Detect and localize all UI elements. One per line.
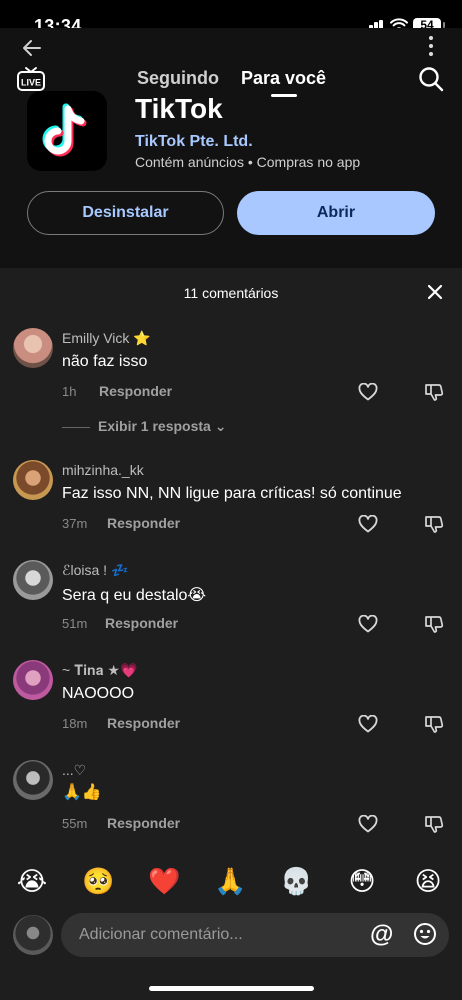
reply-button[interactable]: Responder bbox=[107, 815, 180, 831]
comment-username[interactable]: mihzinha._kk bbox=[62, 462, 144, 478]
app-name: TikTok bbox=[135, 93, 223, 124]
active-tab-indicator bbox=[271, 94, 297, 97]
comment-input-bar: @ bbox=[0, 913, 462, 963]
emoji-skull-button[interactable]: 💀 bbox=[280, 865, 312, 897]
comment-text: Faz isso NN, NN ligue para críticas! só … bbox=[62, 485, 402, 502]
comment-username[interactable]: ...♡ bbox=[62, 762, 86, 779]
app-store-header: LIVE Seguindo Para você TikTok TikTok Pt… bbox=[0, 28, 462, 278]
avatar[interactable] bbox=[13, 660, 53, 700]
emoji-pleading-button[interactable]: 🥺 bbox=[82, 865, 114, 897]
live-icon[interactable]: LIVE bbox=[16, 66, 46, 92]
comment-time: 1h bbox=[62, 384, 77, 399]
emoji-crying-button[interactable]: 😭 bbox=[16, 865, 48, 897]
dislike-icon[interactable] bbox=[424, 382, 444, 402]
emoji-heart-button[interactable]: ❤️ bbox=[148, 865, 180, 897]
home-indicator bbox=[149, 986, 314, 991]
quick-emoji-bar: 😭 🥺 ❤️ 🙏 💀 😳 😫 bbox=[0, 865, 462, 905]
comment-text: Sera q eu destalo😭 bbox=[62, 587, 207, 604]
reply-button[interactable]: Responder bbox=[107, 715, 180, 731]
comment-time: 37m bbox=[62, 516, 88, 531]
comment-time: 18m bbox=[62, 716, 88, 731]
open-button[interactable]: Abrir bbox=[237, 191, 435, 235]
comments-count-title: 11 comentários bbox=[183, 285, 279, 301]
emoji-tired-button[interactable]: 😫 bbox=[412, 865, 444, 897]
like-heart-icon[interactable] bbox=[358, 815, 378, 833]
like-heart-icon[interactable] bbox=[358, 615, 378, 633]
dislike-icon[interactable] bbox=[424, 814, 444, 834]
divider bbox=[62, 427, 90, 428]
comment-text: 🙏👍 bbox=[62, 784, 102, 801]
like-heart-icon[interactable] bbox=[358, 715, 378, 733]
comment-username[interactable]: ℰloisa ! 💤 bbox=[62, 562, 128, 579]
comment-username[interactable]: Emilly Vick ⭐ bbox=[62, 330, 151, 347]
dislike-icon[interactable] bbox=[424, 714, 444, 734]
comment-text: NAOOOO bbox=[62, 685, 135, 702]
uninstall-button[interactable]: Desinstalar bbox=[27, 191, 224, 235]
like-heart-icon[interactable] bbox=[358, 515, 378, 533]
comment-username[interactable]: ~ 𝐓𝐢𝐧𝐚 ★💗 bbox=[62, 662, 137, 679]
view-replies-label: Exibir 1 resposta ⌄ bbox=[98, 418, 227, 434]
current-user-avatar[interactable] bbox=[13, 915, 53, 955]
like-heart-icon[interactable] bbox=[358, 383, 378, 401]
tiktok-logo-icon[interactable] bbox=[27, 91, 107, 171]
avatar[interactable] bbox=[13, 460, 53, 500]
emoji-flushed-button[interactable]: 😳 bbox=[346, 865, 378, 897]
close-icon[interactable] bbox=[424, 281, 446, 303]
app-meta-info: Contém anúncios • Compras no app bbox=[135, 154, 361, 170]
tab-following[interactable]: Seguindo bbox=[137, 68, 219, 89]
search-icon[interactable] bbox=[418, 66, 444, 92]
comments-sheet: 11 comentários Emilly Vick ⭐ não faz iss… bbox=[0, 268, 462, 1000]
comment-time: 55m bbox=[62, 816, 88, 831]
reply-button[interactable]: Responder bbox=[99, 383, 172, 399]
tab-for-you[interactable]: Para você bbox=[241, 68, 326, 89]
avatar[interactable] bbox=[13, 560, 53, 600]
avatar[interactable] bbox=[13, 760, 53, 800]
dislike-icon[interactable] bbox=[424, 514, 444, 534]
app-developer-link[interactable]: TikTok Pte. Ltd. bbox=[135, 133, 253, 151]
mention-icon[interactable]: @ bbox=[370, 923, 393, 947]
comment-time: 51m bbox=[62, 616, 88, 631]
emoji-picker-icon[interactable] bbox=[413, 922, 437, 946]
reply-button[interactable]: Responder bbox=[105, 615, 178, 631]
reply-button[interactable]: Responder bbox=[107, 515, 180, 531]
comment-text: não faz isso bbox=[62, 353, 148, 370]
svg-text:LIVE: LIVE bbox=[21, 78, 41, 88]
back-arrow-icon[interactable] bbox=[20, 36, 44, 60]
dislike-icon[interactable] bbox=[424, 614, 444, 634]
more-options-icon[interactable] bbox=[426, 34, 436, 60]
avatar[interactable] bbox=[13, 328, 53, 368]
emoji-pray-button[interactable]: 🙏 bbox=[214, 865, 246, 897]
